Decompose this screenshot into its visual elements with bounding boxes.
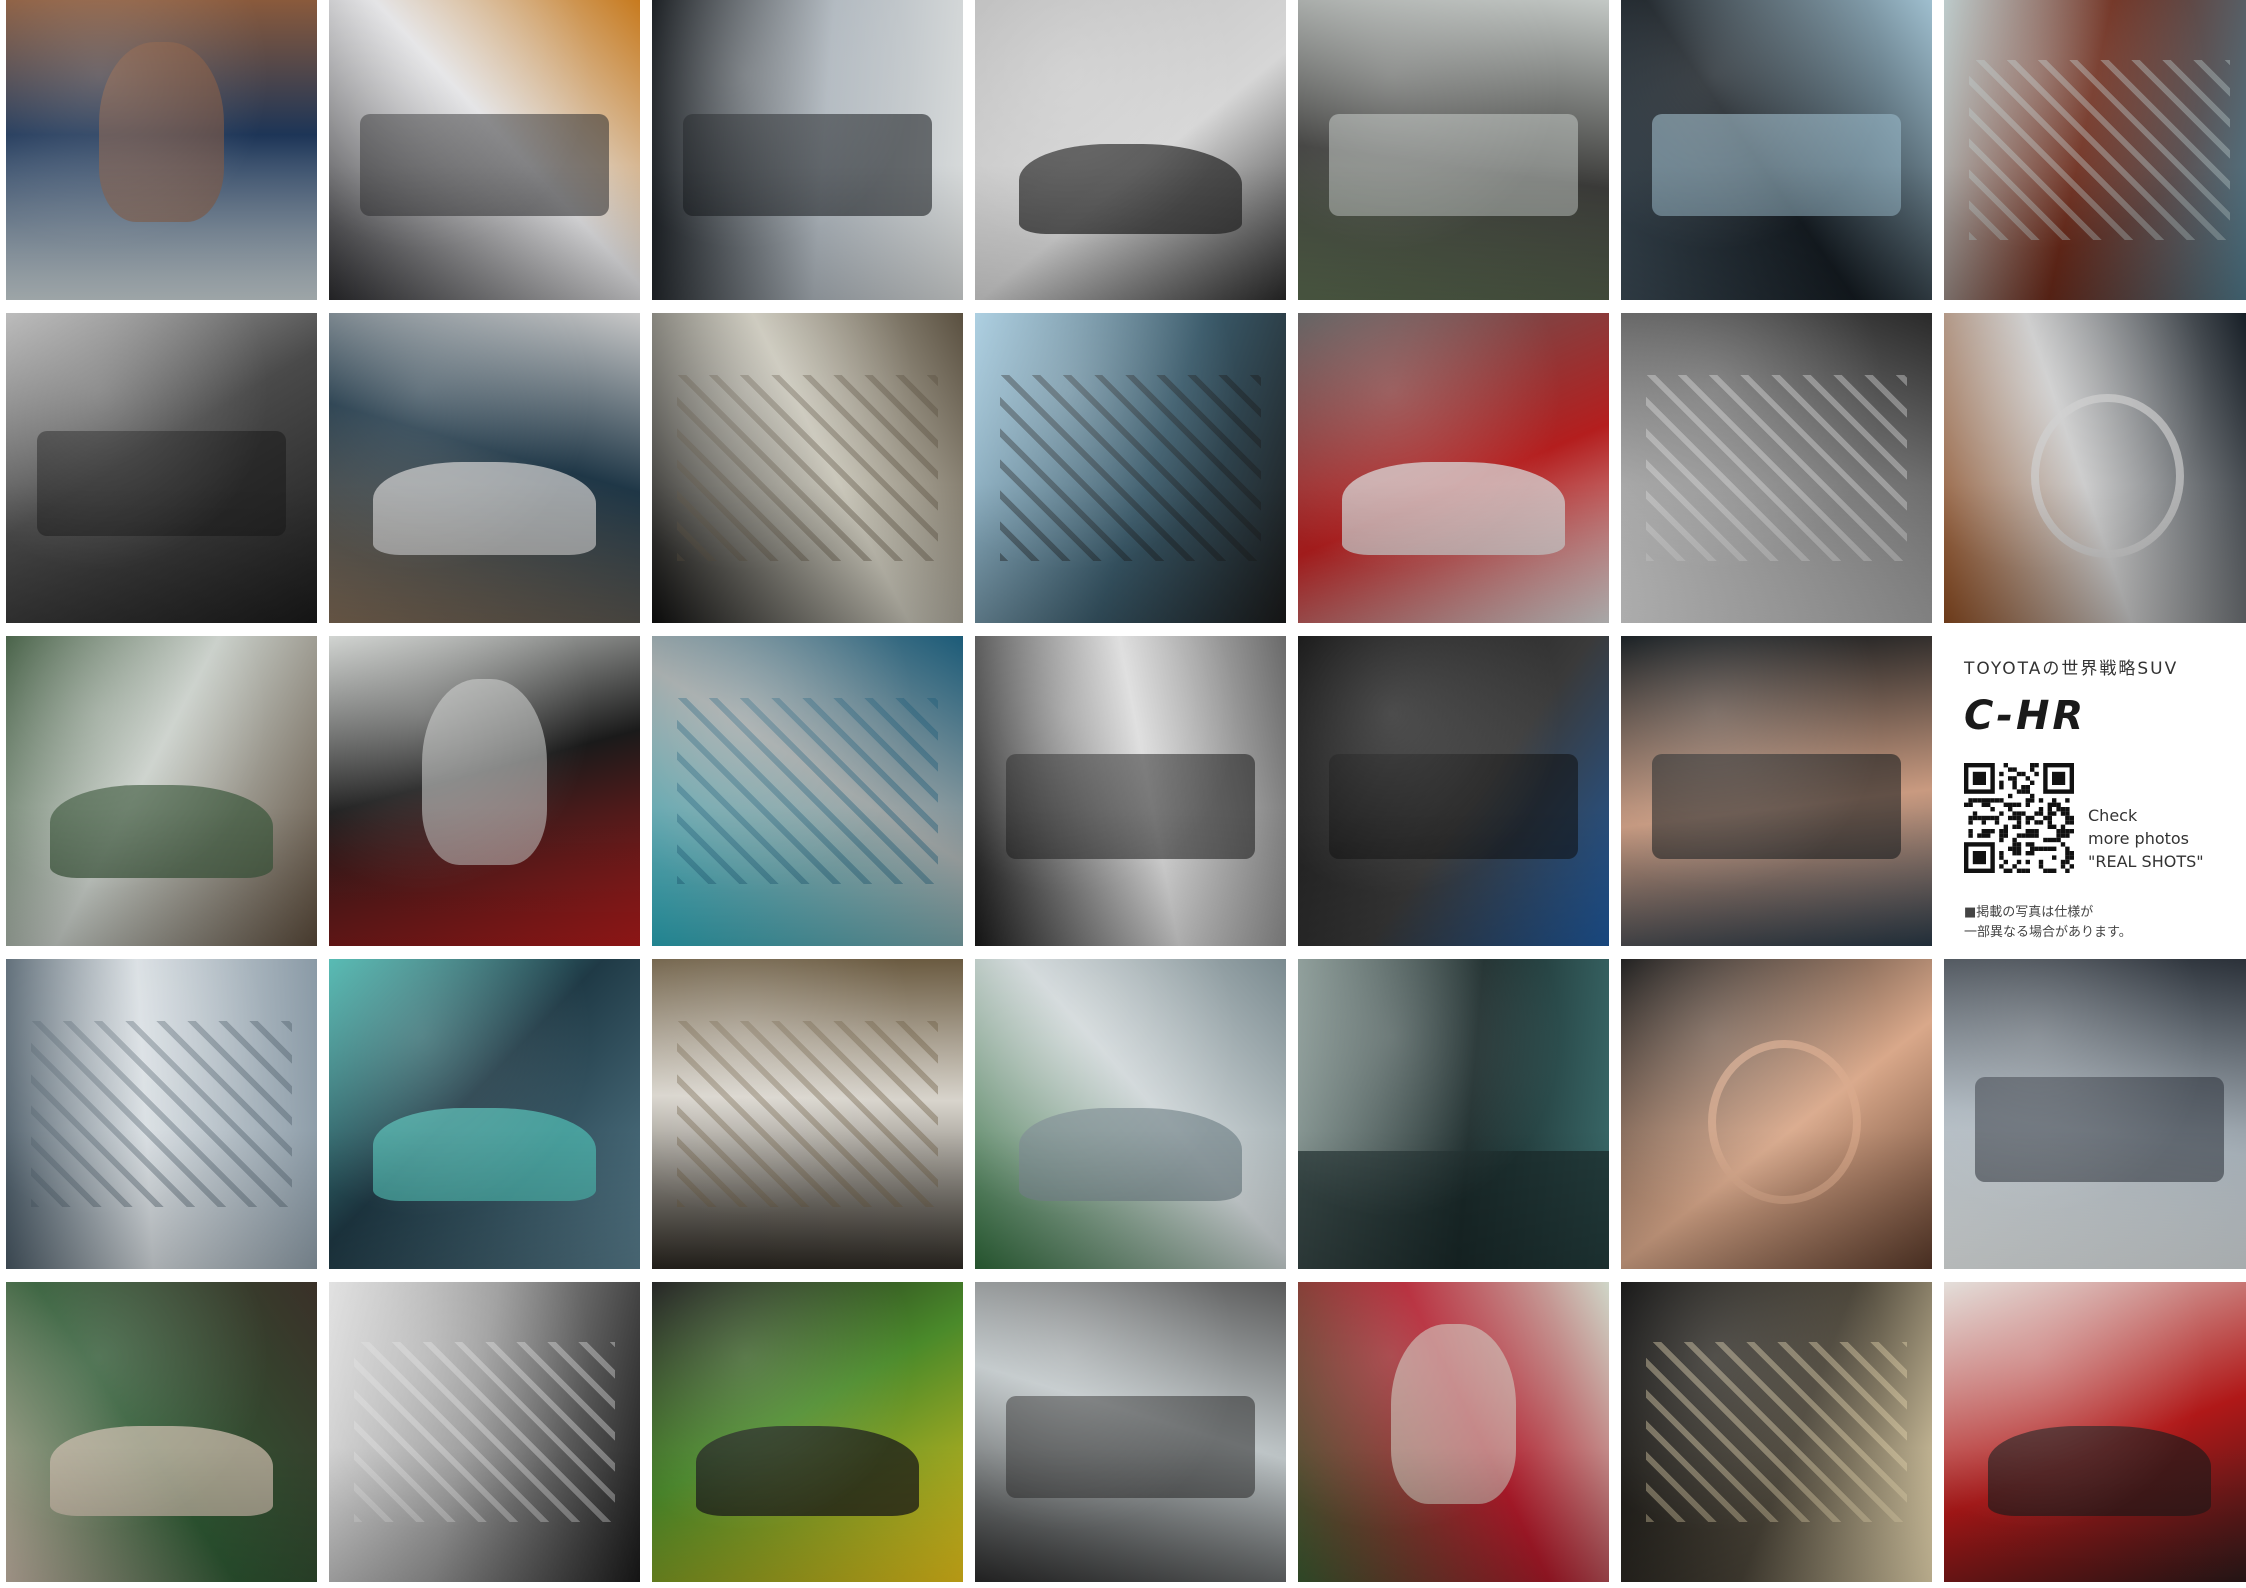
interior-shape: [1329, 753, 1578, 860]
note-line: 一部異なる場合があります。: [1964, 925, 2132, 940]
chr-logo: C-HR: [1964, 693, 2086, 739]
scene-shape: [1298, 1151, 1609, 1269]
interior-shape: [1975, 1076, 2224, 1183]
car-shape: [49, 1426, 274, 1516]
photo-navigation-display: [1621, 0, 1932, 300]
photo-red-chr-side: [1944, 1282, 2246, 1582]
check-more-photos: Check more photos "REAL SHOTS": [2088, 804, 2204, 873]
car-shape: [49, 784, 274, 878]
photo-diamond-texture: [1621, 313, 1932, 623]
interior-shape: [1652, 114, 1901, 216]
qr-code-icon[interactable]: [1964, 763, 2074, 873]
detail-shape: [676, 698, 939, 884]
photo-dashboard-airbag-vent: [329, 0, 640, 300]
photo-yellow-chr-mirror: [652, 1282, 963, 1582]
photo-silver-chr-building: [329, 313, 640, 623]
interior-shape: [1329, 114, 1578, 216]
photo-grid: TOYOTAの世界戦略SUV C-HR Check more photos "R…: [6, 0, 2246, 1588]
photo-driver-window: [652, 0, 963, 300]
detail-shape: [999, 375, 1262, 561]
photo-red-chr-front: [1298, 313, 1609, 623]
detail-shape: [1645, 375, 1908, 561]
photo-white-chr-open-hatch: [975, 0, 1286, 300]
check-line: Check: [2088, 806, 2138, 825]
emblem-shape: [2031, 393, 2184, 559]
tagline: TOYOTAの世界戦略SUV: [1964, 659, 2179, 679]
detail-shape: [353, 1342, 616, 1522]
photo-door-frame-sky: [1298, 0, 1609, 300]
photo-start-button: [1298, 636, 1609, 946]
photo-climate-controls: [975, 636, 1286, 946]
photo-headlight-closeup: [1621, 1282, 1932, 1582]
car-shape: [1018, 1107, 1243, 1201]
photo-heart-hands-emblem: [1621, 959, 1932, 1269]
car-shape: [1341, 461, 1566, 555]
qr-row: Check more photos "REAL SHOTS": [1964, 763, 2243, 873]
car-shape: [695, 1426, 920, 1516]
portrait-shape: [99, 42, 224, 222]
detail-shape: [1645, 1342, 1908, 1522]
car-shape: [1018, 144, 1243, 234]
disclaimer-note: ■掲載の写真は仕様が 一部異なる場合があります。: [1964, 903, 2243, 943]
photo-sky-reflection-hood: [975, 313, 1286, 623]
info-panel: TOYOTAの世界戦略SUV C-HR Check more photos "R…: [1944, 636, 2246, 946]
interior-shape: [37, 430, 286, 537]
car-shape: [372, 1107, 597, 1201]
detail-shape: [30, 1021, 293, 1207]
interior-shape: [1006, 753, 1255, 860]
photo-woman-open-hatch: [1298, 1282, 1609, 1582]
photo-steering-wheel: [6, 313, 317, 623]
note-line: ■掲載の写真は仕様が: [1964, 905, 2094, 920]
portrait-shape: [1391, 1324, 1516, 1504]
emblem-shape: [1708, 1039, 1861, 1205]
photo-woman-driver-window: [6, 1282, 317, 1582]
interior-shape: [1006, 1396, 1255, 1498]
car-shape: [372, 461, 597, 555]
photo-side-mirror: [652, 959, 963, 1269]
portrait-shape: [422, 679, 547, 866]
chr-logo-text: C-HR: [1964, 693, 2086, 737]
photo-sunglasses-hood: [652, 636, 963, 946]
photo-dotted-headliner: [652, 313, 963, 623]
car-shape: [1987, 1426, 2212, 1516]
detail-shape: [676, 375, 939, 561]
photo-interior-wheel-screen: [975, 1282, 1286, 1582]
check-line: more photos: [2088, 829, 2190, 848]
interior-shape: [1652, 753, 1901, 860]
photo-engine-bay: [329, 1282, 640, 1582]
photo-roof-spoiler: [6, 959, 317, 1269]
check-line: "REAL SHOTS": [2088, 852, 2204, 871]
photo-chihuahua: [329, 636, 640, 946]
photo-chr-house-front: [6, 636, 317, 946]
interior-shape: [683, 114, 932, 216]
photo-palm-trees-silhouette: [1298, 959, 1609, 1269]
photo-blue-chr-front: [329, 959, 640, 1269]
photo-silver-chr-glass-building: [975, 959, 1286, 1269]
detail-shape: [676, 1021, 939, 1207]
photo-bearded-man: [6, 0, 317, 300]
photo-toyota-emblem-bronze: [1944, 313, 2246, 623]
interior-shape: [360, 114, 609, 216]
photo-passenger-interior: [1944, 959, 2246, 1269]
photo-wet-hood: [1944, 0, 2246, 300]
detail-shape: [1968, 60, 2231, 240]
photo-hand-shifter: [1621, 636, 1932, 946]
